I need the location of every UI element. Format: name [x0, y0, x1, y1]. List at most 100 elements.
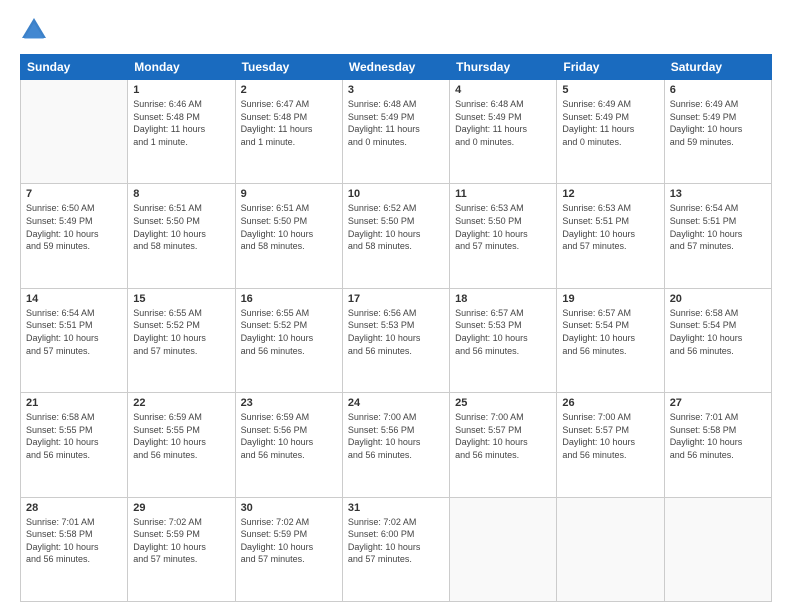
day-info: Sunrise: 6:51 AM Sunset: 5:50 PM Dayligh…	[241, 202, 337, 252]
calendar-cell: 21 Sunrise: 6:58 AM Sunset: 5:55 PM Dayli…	[21, 393, 128, 497]
day-number: 14	[26, 293, 122, 305]
day-number: 4	[455, 84, 551, 96]
calendar-cell: 14 Sunrise: 6:54 AM Sunset: 5:51 PM Dayli…	[21, 288, 128, 392]
day-info: Sunrise: 6:57 AM Sunset: 5:53 PM Dayligh…	[455, 307, 551, 357]
day-info: Sunrise: 6:59 AM Sunset: 5:56 PM Dayligh…	[241, 411, 337, 461]
day-number: 24	[348, 397, 444, 409]
logo	[20, 16, 52, 44]
day-number: 26	[562, 397, 658, 409]
day-number: 22	[133, 397, 229, 409]
day-info: Sunrise: 6:54 AM Sunset: 5:51 PM Dayligh…	[670, 202, 766, 252]
calendar-cell: 10 Sunrise: 6:52 AM Sunset: 5:50 PM Dayli…	[342, 184, 449, 288]
calendar-week-5: 28 Sunrise: 7:01 AM Sunset: 5:58 PM Dayli…	[21, 497, 772, 601]
day-info: Sunrise: 6:49 AM Sunset: 5:49 PM Dayligh…	[562, 98, 658, 148]
calendar-cell: 9 Sunrise: 6:51 AM Sunset: 5:50 PM Daylig…	[235, 184, 342, 288]
weekday-header-saturday: Saturday	[664, 55, 771, 80]
day-number: 29	[133, 502, 229, 514]
day-info: Sunrise: 6:58 AM Sunset: 5:55 PM Dayligh…	[26, 411, 122, 461]
day-number: 13	[670, 188, 766, 200]
calendar-cell: 2Sunrise: 6:47 AM Sunset: 5:48 PM Daylig…	[235, 80, 342, 184]
day-info: Sunrise: 7:02 AM Sunset: 5:59 PM Dayligh…	[241, 516, 337, 566]
day-info: Sunrise: 6:46 AM Sunset: 5:48 PM Dayligh…	[133, 98, 229, 148]
weekday-header-sunday: Sunday	[21, 55, 128, 80]
calendar-week-2: 7Sunrise: 6:50 AM Sunset: 5:49 PM Daylig…	[21, 184, 772, 288]
day-number: 15	[133, 293, 229, 305]
day-number: 21	[26, 397, 122, 409]
day-number: 18	[455, 293, 551, 305]
day-info: Sunrise: 6:48 AM Sunset: 5:49 PM Dayligh…	[455, 98, 551, 148]
day-number: 8	[133, 188, 229, 200]
day-info: Sunrise: 6:59 AM Sunset: 5:55 PM Dayligh…	[133, 411, 229, 461]
day-number: 7	[26, 188, 122, 200]
calendar-cell: 5Sunrise: 6:49 AM Sunset: 5:49 PM Daylig…	[557, 80, 664, 184]
calendar-cell: 19Sunrise: 6:57 AM Sunset: 5:54 PM Dayli…	[557, 288, 664, 392]
day-number: 9	[241, 188, 337, 200]
calendar-cell: 11 Sunrise: 6:53 AM Sunset: 5:50 PM Dayli…	[450, 184, 557, 288]
day-number: 11	[455, 188, 551, 200]
day-info: Sunrise: 6:53 AM Sunset: 5:51 PM Dayligh…	[562, 202, 658, 252]
calendar-cell: 20Sunrise: 6:58 AM Sunset: 5:54 PM Dayli…	[664, 288, 771, 392]
day-number: 3	[348, 84, 444, 96]
day-info: Sunrise: 6:55 AM Sunset: 5:52 PM Dayligh…	[133, 307, 229, 357]
day-info: Sunrise: 6:56 AM Sunset: 5:53 PM Dayligh…	[348, 307, 444, 357]
calendar-cell: 29 Sunrise: 7:02 AM Sunset: 5:59 PM Dayli…	[128, 497, 235, 601]
weekday-header-friday: Friday	[557, 55, 664, 80]
calendar-table: SundayMondayTuesdayWednesdayThursdayFrid…	[20, 54, 772, 602]
weekday-header-monday: Monday	[128, 55, 235, 80]
day-info: Sunrise: 7:01 AM Sunset: 5:58 PM Dayligh…	[670, 411, 766, 461]
day-number: 16	[241, 293, 337, 305]
day-info: Sunrise: 6:54 AM Sunset: 5:51 PM Dayligh…	[26, 307, 122, 357]
page: SundayMondayTuesdayWednesdayThursdayFrid…	[0, 0, 792, 612]
calendar-cell: 17 Sunrise: 6:56 AM Sunset: 5:53 PM Dayli…	[342, 288, 449, 392]
calendar-week-4: 21 Sunrise: 6:58 AM Sunset: 5:55 PM Dayli…	[21, 393, 772, 497]
weekday-header-tuesday: Tuesday	[235, 55, 342, 80]
calendar-cell: 27 Sunrise: 7:01 AM Sunset: 5:58 PM Dayli…	[664, 393, 771, 497]
calendar-cell: 24 Sunrise: 7:00 AM Sunset: 5:56 PM Dayli…	[342, 393, 449, 497]
day-number: 30	[241, 502, 337, 514]
day-info: Sunrise: 6:53 AM Sunset: 5:50 PM Dayligh…	[455, 202, 551, 252]
calendar-cell	[21, 80, 128, 184]
header	[20, 16, 772, 44]
day-info: Sunrise: 7:02 AM Sunset: 6:00 PM Dayligh…	[348, 516, 444, 566]
day-info: Sunrise: 6:48 AM Sunset: 5:49 PM Dayligh…	[348, 98, 444, 148]
day-number: 31	[348, 502, 444, 514]
calendar-cell: 18 Sunrise: 6:57 AM Sunset: 5:53 PM Dayli…	[450, 288, 557, 392]
calendar-cell: 26 Sunrise: 7:00 AM Sunset: 5:57 PM Dayli…	[557, 393, 664, 497]
day-info: Sunrise: 7:01 AM Sunset: 5:58 PM Dayligh…	[26, 516, 122, 566]
day-info: Sunrise: 6:52 AM Sunset: 5:50 PM Dayligh…	[348, 202, 444, 252]
calendar-cell	[450, 497, 557, 601]
day-number: 10	[348, 188, 444, 200]
calendar-cell: 1 Sunrise: 6:46 AM Sunset: 5:48 PM Daylig…	[128, 80, 235, 184]
calendar-week-1: 1 Sunrise: 6:46 AM Sunset: 5:48 PM Daylig…	[21, 80, 772, 184]
day-number: 20	[670, 293, 766, 305]
day-number: 27	[670, 397, 766, 409]
day-info: Sunrise: 6:49 AM Sunset: 5:49 PM Dayligh…	[670, 98, 766, 148]
day-number: 12	[562, 188, 658, 200]
day-number: 2	[241, 84, 337, 96]
calendar-cell: 31 Sunrise: 7:02 AM Sunset: 6:00 PM Dayli…	[342, 497, 449, 601]
day-info: Sunrise: 7:00 AM Sunset: 5:56 PM Dayligh…	[348, 411, 444, 461]
logo-icon	[20, 16, 48, 44]
day-number: 28	[26, 502, 122, 514]
day-info: Sunrise: 6:55 AM Sunset: 5:52 PM Dayligh…	[241, 307, 337, 357]
day-number: 1	[133, 84, 229, 96]
weekday-header-thursday: Thursday	[450, 55, 557, 80]
calendar-cell	[664, 497, 771, 601]
day-number: 17	[348, 293, 444, 305]
day-number: 23	[241, 397, 337, 409]
calendar-cell	[557, 497, 664, 601]
calendar-cell: 13 Sunrise: 6:54 AM Sunset: 5:51 PM Dayli…	[664, 184, 771, 288]
calendar-cell: 4 Sunrise: 6:48 AM Sunset: 5:49 PM Daylig…	[450, 80, 557, 184]
day-number: 6	[670, 84, 766, 96]
day-info: Sunrise: 7:00 AM Sunset: 5:57 PM Dayligh…	[455, 411, 551, 461]
calendar-week-3: 14 Sunrise: 6:54 AM Sunset: 5:51 PM Dayli…	[21, 288, 772, 392]
calendar-cell: 16 Sunrise: 6:55 AM Sunset: 5:52 PM Dayli…	[235, 288, 342, 392]
calendar-cell: 23 Sunrise: 6:59 AM Sunset: 5:56 PM Dayli…	[235, 393, 342, 497]
day-info: Sunrise: 7:02 AM Sunset: 5:59 PM Dayligh…	[133, 516, 229, 566]
calendar-cell: 28 Sunrise: 7:01 AM Sunset: 5:58 PM Dayli…	[21, 497, 128, 601]
weekday-header-row: SundayMondayTuesdayWednesdayThursdayFrid…	[21, 55, 772, 80]
weekday-header-wednesday: Wednesday	[342, 55, 449, 80]
calendar-cell: 7Sunrise: 6:50 AM Sunset: 5:49 PM Daylig…	[21, 184, 128, 288]
day-info: Sunrise: 6:51 AM Sunset: 5:50 PM Dayligh…	[133, 202, 229, 252]
day-info: Sunrise: 7:00 AM Sunset: 5:57 PM Dayligh…	[562, 411, 658, 461]
